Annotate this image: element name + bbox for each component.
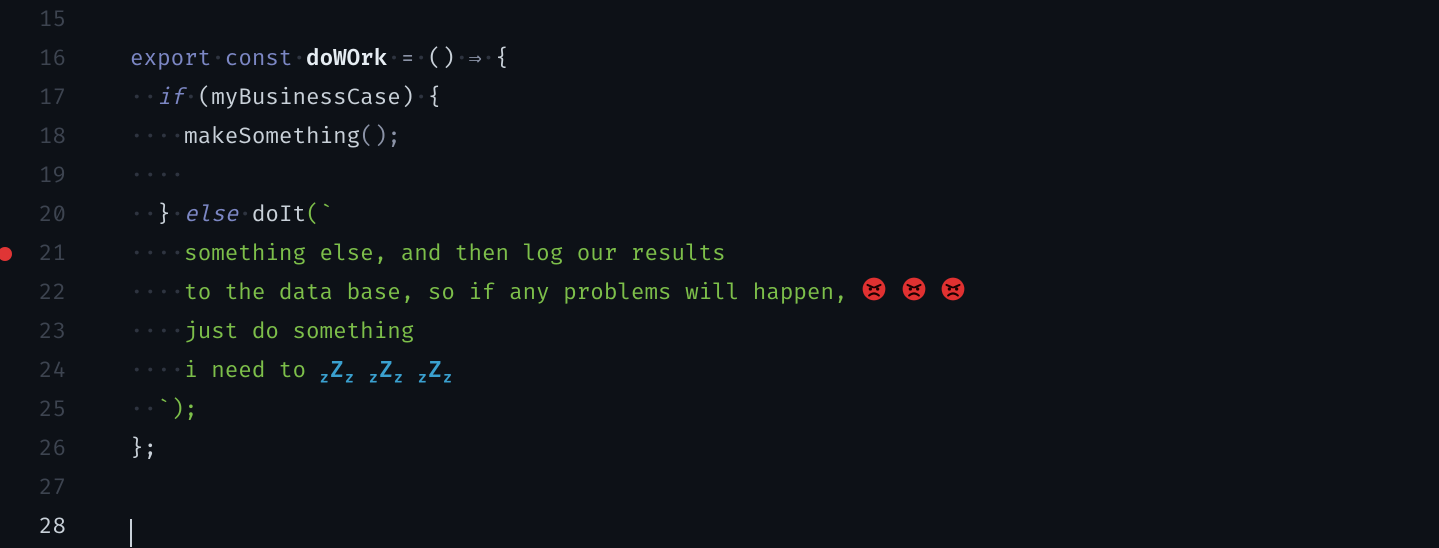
brace-open: {: [495, 45, 509, 72]
line-number[interactable]: 27: [0, 468, 66, 507]
code-line[interactable]: ····makeSomething();: [130, 117, 1439, 156]
function-call: makeSomething: [184, 123, 360, 150]
angry-face-icon: [940, 276, 966, 315]
string-literal: i need to: [184, 357, 319, 384]
code-line[interactable]: ··}·else·doIt(`: [130, 195, 1439, 234]
text-cursor: [130, 519, 132, 547]
identifier: myBusinessCase: [211, 84, 401, 111]
code-line[interactable]: [130, 0, 1439, 39]
keyword-else: else: [184, 201, 238, 228]
line-number[interactable]: 24: [0, 351, 66, 390]
sleep-icon: zZz: [320, 357, 356, 384]
code-area[interactable]: export·const·doWOrk·=·()·⇒·{ ··if·(myBus…: [90, 0, 1439, 548]
line-number[interactable]: 19: [0, 156, 66, 195]
template-open: (`: [306, 201, 333, 228]
brace-close: }: [157, 201, 171, 228]
code-line[interactable]: [130, 507, 1439, 546]
line-number[interactable]: 15: [0, 0, 66, 39]
whitespace: ·: [211, 45, 225, 72]
whitespace: ·: [292, 45, 306, 72]
paren-open: (: [198, 84, 212, 111]
sleep-icon: zZz: [369, 357, 405, 384]
function-call: doIt: [252, 201, 306, 228]
whitespace: ····: [130, 240, 184, 267]
code-line[interactable]: ····i need to zZz zZz zZz: [130, 351, 1439, 390]
line-number[interactable]: 18: [0, 117, 66, 156]
whitespace: ·: [184, 84, 198, 111]
code-line[interactable]: ··if·(myBusinessCase)·{: [130, 78, 1439, 117]
whitespace: ·: [171, 201, 185, 228]
line-number[interactable]: 22: [0, 273, 66, 312]
whitespace: ·: [387, 45, 401, 72]
line-number[interactable]: 25: [0, 390, 66, 429]
whitespace: ··: [130, 201, 157, 228]
whitespace: ·: [414, 45, 428, 72]
code-line[interactable]: ····something else, and then log our res…: [130, 234, 1439, 273]
code-line[interactable]: ····just do something: [130, 312, 1439, 351]
whitespace: ·: [238, 201, 252, 228]
whitespace: ·: [482, 45, 496, 72]
code-line[interactable]: export·const·doWOrk·=·()·⇒·{: [130, 39, 1439, 78]
string-literal: something else, and then log our results: [184, 240, 726, 267]
line-number-current[interactable]: 28: [0, 507, 66, 546]
code-editor[interactable]: 15 16 17 18 19 20 21 22 23 24 25 26 27 2…: [0, 0, 1439, 548]
whitespace: ····: [130, 318, 184, 345]
angry-face-icon: [861, 276, 887, 315]
code-line[interactable]: ··`);: [130, 390, 1439, 429]
sleep-icon: zZz: [418, 357, 454, 384]
line-number[interactable]: 20: [0, 195, 66, 234]
string-literal: just do something: [184, 318, 414, 345]
whitespace: ····: [130, 162, 184, 189]
function-name: doWOrk: [306, 45, 387, 72]
arrow-operator: ⇒: [469, 45, 482, 72]
whitespace: ····: [130, 123, 184, 150]
brace-close: };: [130, 435, 157, 462]
keyword-export: export: [130, 45, 211, 72]
whitespace: ····: [130, 279, 184, 306]
whitespace: ··: [130, 396, 157, 423]
line-number[interactable]: 16: [0, 39, 66, 78]
line-number[interactable]: 23: [0, 312, 66, 351]
brace-open: {: [428, 84, 442, 111]
string-literal: to the data base, so if any problems wil…: [184, 279, 861, 306]
whitespace: ·: [455, 45, 469, 72]
operator-equals: =: [401, 45, 415, 72]
parens: (): [428, 45, 455, 72]
code-line[interactable]: ····: [130, 156, 1439, 195]
keyword-const: const: [225, 45, 293, 72]
line-number-gutter[interactable]: 15 16 17 18 19 20 21 22 23 24 25 26 27 2…: [0, 0, 90, 548]
template-close: `);: [157, 396, 198, 423]
angry-face-icon: [901, 276, 927, 315]
keyword-if: if: [157, 84, 184, 111]
code-line[interactable]: ····to the data base, so if any problems…: [130, 273, 1439, 312]
whitespace: ····: [130, 357, 184, 384]
punctuation: ();: [360, 123, 401, 150]
whitespace: ··: [130, 84, 157, 111]
code-line[interactable]: };: [130, 429, 1439, 468]
line-number[interactable]: 17: [0, 78, 66, 117]
paren-close: ): [401, 84, 415, 111]
line-number-breakpoint[interactable]: 21: [0, 234, 66, 273]
code-line[interactable]: [130, 468, 1439, 507]
line-number[interactable]: 26: [0, 429, 66, 468]
whitespace: ·: [414, 84, 428, 111]
